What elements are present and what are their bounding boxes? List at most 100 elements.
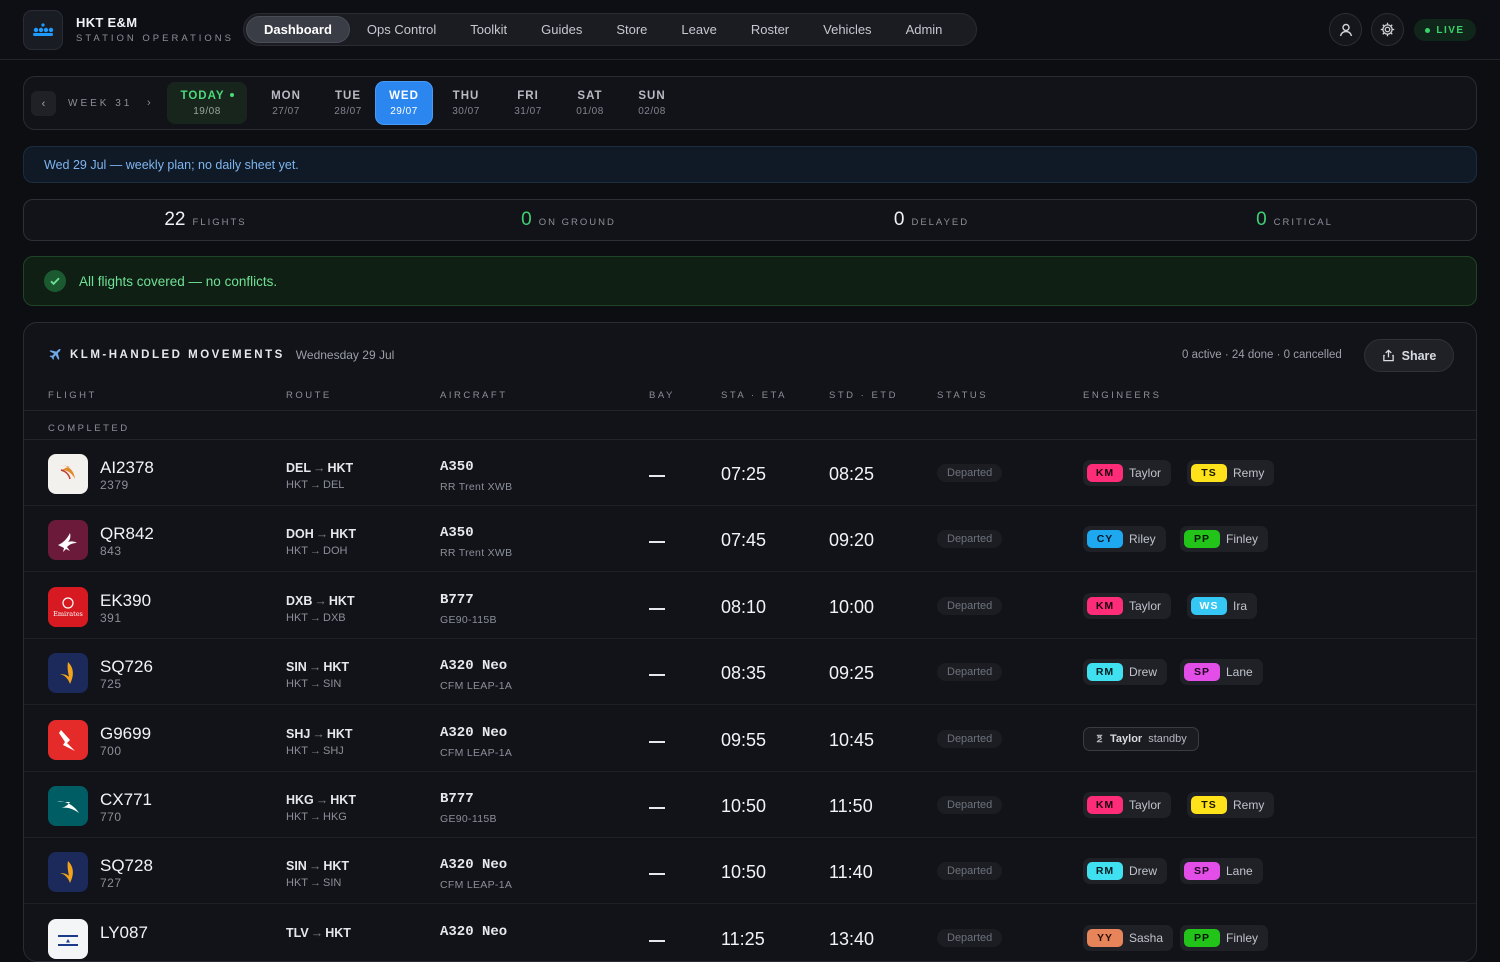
nav-vehicles[interactable]: Vehicles (806, 16, 888, 43)
engineer-chip[interactable]: KM Taylor (1083, 460, 1172, 486)
klm-logo[interactable] (23, 10, 63, 50)
nav-store[interactable]: Store (599, 16, 664, 43)
engineer-chip[interactable]: CY Riley (1083, 526, 1166, 553)
engineer-initials: TS (1191, 796, 1227, 814)
route-to: SIN (323, 877, 342, 890)
flight-row[interactable]: CX771 770 HKG → HKT HKT → HKG B777 GE90-115B 10:50… (24, 772, 1476, 838)
nav-leave[interactable]: Leave (664, 16, 733, 43)
day-tab-fri[interactable]: FRI 31/07 (500, 82, 556, 124)
day-name: SAT (577, 89, 603, 102)
engineer-chip[interactable]: PP Finley (1180, 526, 1269, 553)
standby-engineer[interactable]: Taylor standby (1083, 726, 1199, 751)
engineer-chip[interactable]: SP Lane (1180, 858, 1263, 885)
engineer-name: Finley (1226, 930, 1259, 945)
flight-row[interactable]: AI2378 2379 DEL → HKT HKT → DEL A350 RR Trent XWB… (24, 440, 1476, 506)
engineer-chip[interactable]: TS Remy (1187, 460, 1275, 486)
flight-number[interactable]: LY087 (100, 923, 148, 943)
engineer-initials: SP (1184, 862, 1220, 881)
std-time: 09:25 (829, 663, 875, 684)
profile-button[interactable] (1329, 13, 1362, 46)
col-aircraft[interactable]: AIRCRAFT (440, 390, 508, 401)
day-tab-thu[interactable]: THU 30/07 (438, 82, 494, 124)
day-tab-tue[interactable]: TUE 28/07 (320, 82, 376, 124)
engineer-name: Taylor (1129, 598, 1162, 613)
next-week-button[interactable]: › (147, 97, 151, 109)
stat-label: FLIGHTS (192, 216, 247, 228)
day-tab-today[interactable]: TODAY 19/08 (167, 82, 247, 124)
nav-toolkit[interactable]: Toolkit (453, 16, 524, 43)
sta-time: 07:25 (721, 464, 767, 484)
engineer-chip[interactable]: TS Remy (1187, 792, 1275, 818)
flight-number[interactable]: QR842 (100, 524, 154, 544)
table-header: FLIGHT ROUTE AIRCRAFT BAY STA · ETA STD … (24, 387, 1476, 411)
bay-empty-dash (649, 740, 665, 743)
flight-row[interactable]: QR842 843 DOH → HKT HKT → DOH A350 RR Trent XWB 07… (24, 506, 1476, 573)
flight-number[interactable]: AI2378 (100, 458, 154, 478)
engineer-name: Taylor (1129, 466, 1162, 480)
ai-airline-logo-icon (48, 454, 88, 494)
flight-number[interactable]: SQ728 (100, 856, 153, 876)
prev-week-button[interactable]: ‹ (31, 91, 56, 116)
flight-number[interactable]: SQ726 (100, 657, 153, 677)
share-button[interactable]: Share (1364, 339, 1454, 372)
panel-title: KLM-HANDLED MOVEMENTS (70, 349, 285, 361)
col-engineers[interactable]: ENGINEERS (1083, 390, 1161, 401)
engineer-initials: SP (1184, 663, 1220, 682)
day-date: 01/08 (576, 105, 604, 117)
engineer-chip[interactable]: KM Taylor (1083, 792, 1172, 818)
engineer-chip[interactable]: KM Taylor (1083, 592, 1172, 619)
live-indicator: LIVE (1414, 19, 1476, 41)
aircraft-type: B777 (440, 791, 474, 807)
engineer-chip[interactable]: YY Sasha (1083, 924, 1174, 951)
flight-number[interactable]: G9699 (100, 724, 151, 744)
day-date: 30/07 (452, 105, 480, 117)
route-from: TLV (286, 925, 309, 940)
status-badge: Departed (937, 796, 1003, 814)
route-inbound: DEL → HKT (286, 461, 353, 475)
col-route[interactable]: ROUTE (286, 390, 332, 401)
col-sta-eta[interactable]: STA · ETA (721, 390, 787, 401)
engineer-chip[interactable]: WS Ira (1187, 592, 1258, 619)
engineer-initials: WS (1191, 596, 1227, 615)
main-nav: Dashboard Ops Control Toolkit Guides Sto… (243, 13, 977, 46)
flight-row[interactable]: Emirates EK390 391 DXB → HKT HKT → DXB B777 GE90-1… (24, 573, 1476, 639)
engineer-name: Remy (1233, 466, 1265, 480)
flight-row[interactable]: LY087 TLV → HKT A320 Neo 11:25 13:40 Departed YY… (24, 905, 1476, 961)
plane-icon (49, 348, 61, 360)
nav-roster[interactable]: Roster (734, 16, 806, 43)
nav-guides[interactable]: Guides (524, 16, 599, 43)
day-tab-sat[interactable]: SAT 01/08 (562, 82, 618, 124)
col-bay[interactable]: BAY (649, 390, 675, 401)
flight-row[interactable]: SQ728 727 SIN → HKT HKT → SIN A320 Neo CFM LEAP-1… (24, 838, 1476, 905)
flight-row[interactable]: SQ726 725 SIN → HKT HKT → SIN A320 Neo CFM LEAP-1… (24, 639, 1476, 706)
route-to: HKT (325, 925, 351, 940)
route-inbound: SIN → HKT (286, 660, 349, 674)
engineer-chip[interactable]: RM Drew (1083, 858, 1168, 885)
flight-number[interactable]: EK390 (100, 591, 151, 611)
col-flight[interactable]: FLIGHT (48, 390, 97, 401)
col-std-etd[interactable]: STD · ETD (829, 390, 898, 401)
route-outbound: HKT → HKG (286, 811, 347, 823)
flight-number[interactable]: CX771 (100, 790, 152, 810)
brand: HKT E&M STATION OPERATIONS (76, 15, 234, 44)
settings-button[interactable] (1371, 13, 1404, 46)
week-label: WEEK 31 (68, 98, 133, 109)
arrow-right-icon: → (310, 545, 321, 558)
day-tab-wed[interactable]: WED 29/07 (376, 82, 432, 124)
col-status[interactable]: STATUS (937, 390, 988, 401)
engineer-chip[interactable]: RM Drew (1083, 659, 1168, 686)
flight-row[interactable]: G9699 700 SHJ → HKT HKT → SHJ A320 Neo CFM LEAP-1… (24, 706, 1476, 772)
route-from: HKT (286, 479, 308, 491)
nav-dashboard[interactable]: Dashboard (246, 16, 350, 43)
nav-admin[interactable]: Admin (889, 16, 960, 43)
nav-ops-control[interactable]: Ops Control (350, 16, 453, 43)
route-inbound: HKG → HKT (286, 793, 356, 807)
engineer-chip[interactable]: PP Finley (1180, 924, 1269, 951)
day-tab-mon[interactable]: MON 27/07 (258, 82, 314, 124)
engineer-chip[interactable]: SP Lane (1180, 659, 1263, 686)
day-tab-sun[interactable]: SUN 02/08 (624, 82, 680, 124)
std-time: 08:25 (829, 464, 875, 484)
day-date: 28/07 (334, 105, 362, 117)
engineer-name: Remy (1233, 798, 1265, 812)
route-from: HKT (286, 744, 308, 757)
